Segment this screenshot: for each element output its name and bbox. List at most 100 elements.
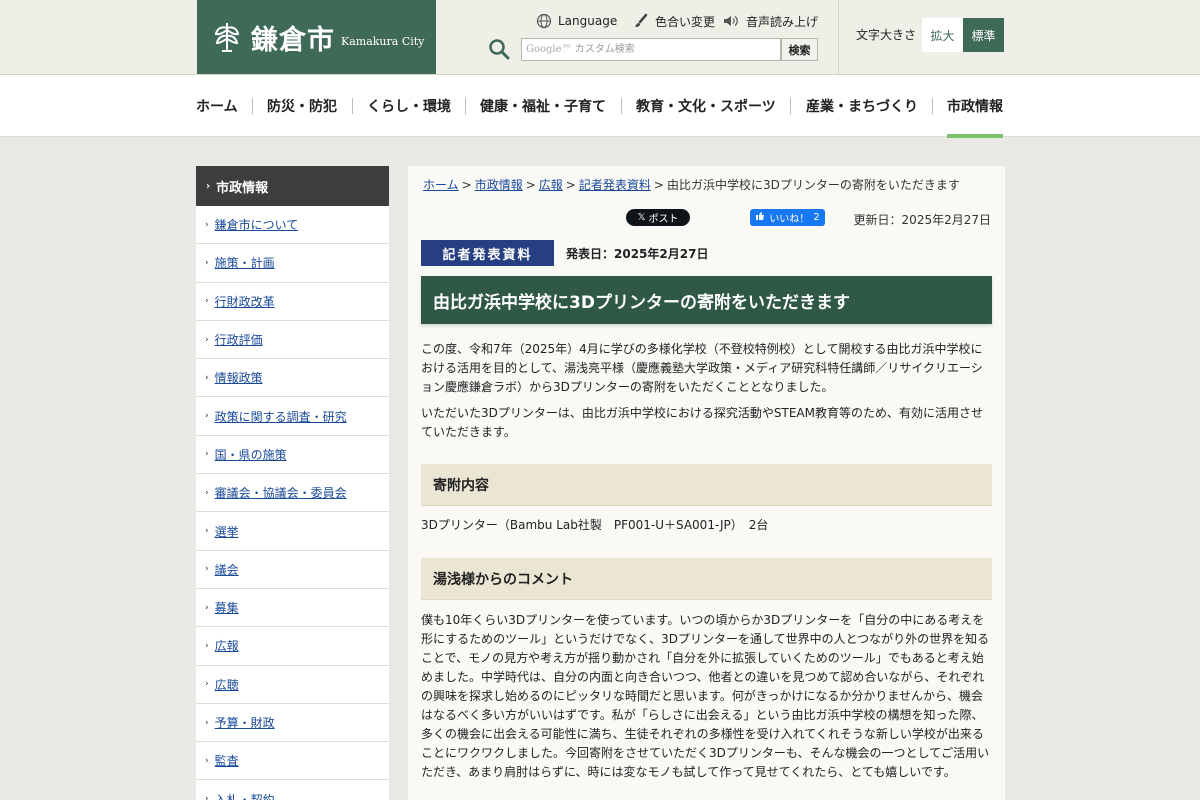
chevron-right-icon: › <box>205 640 209 651</box>
sidebar-item-label: 施策・計画 <box>214 256 275 271</box>
logo-japanese: 鎌倉市 <box>251 24 335 56</box>
chevron-right-icon: › <box>205 564 209 575</box>
sidebar-item[interactable]: › 鎌倉市について <box>196 206 389 245</box>
breadcrumb-link[interactable]: 記者発表資料 <box>579 178 651 192</box>
font-standard-button[interactable]: 標準 <box>963 18 1004 52</box>
breadcrumb-link[interactable]: ホーム <box>423 178 459 192</box>
updated-date: 更新日：2025年2月27日 <box>853 213 991 227</box>
sidebar-item[interactable]: › 広報 <box>196 627 389 666</box>
breadcrumb-separator: > <box>461 178 472 192</box>
sidebar-item[interactable]: › 議会 <box>196 550 389 589</box>
sidebar-item[interactable]: › 広聴 <box>196 665 389 704</box>
sidebar-item-label: 行政評価 <box>214 333 263 348</box>
page-title: 由比ガ浜中学校に3Dプリンターの寄附をいただきます <box>421 276 992 324</box>
chevron-right-icon: › <box>205 219 209 230</box>
site-logo[interactable]: 鎌倉市 Kamakura City <box>197 0 436 74</box>
font-large-button[interactable]: 拡大 <box>922 18 963 52</box>
sidebar-item-label: 審議会・協議会・委員会 <box>214 486 347 501</box>
facebook-like-button[interactable]: いいね！ 2 <box>750 209 825 226</box>
color-change-label: 色合い変更 <box>655 14 716 29</box>
chevron-right-icon: › <box>206 180 211 192</box>
sidebar-item-label: 情報政策 <box>214 371 263 386</box>
breadcrumb-separator: > <box>525 178 536 192</box>
sidebar-item[interactable]: › 政策に関する調査・研究 <box>196 397 389 436</box>
sidebar-item[interactable]: › 施策・計画 <box>196 244 389 283</box>
sidebar-heading-label: 市政情報 <box>216 180 269 196</box>
nav-separator <box>621 98 622 114</box>
breadcrumb-current: 由比ガ浜中学校に3Dプリンターの寄附をいただきます <box>666 178 960 192</box>
announce-date: 発表日：2025年2月27日 <box>566 247 709 261</box>
breadcrumb: ホーム > 市政情報 > 広報 > 記者発表資料 > 由比ガ浜中学校に3Dプリンターの寄附をいた… <box>423 176 960 193</box>
sidebar-item-label: 選挙 <box>214 524 239 539</box>
nav-education[interactable]: 教育・文化・スポーツ <box>636 75 776 137</box>
facebook-like-label: いいね！ <box>769 214 810 225</box>
breadcrumb-separator: > <box>565 178 576 192</box>
comment-text: 僕も10年くらい3Dプリンターを使っています。いつの頃からか3Dプリンターを「自… <box>421 613 990 779</box>
global-nav: ホーム 防災・防犯 くらし・環境 健康・福祉・子育て 教育・文化・スポーツ 産業… <box>0 75 1200 138</box>
x-logo-icon: 𝕏 <box>637 212 646 223</box>
nav-industry[interactable]: 産業・まちづくり <box>806 75 918 137</box>
nav-disaster[interactable]: 防災・防犯 <box>267 75 337 137</box>
language-label: Language <box>558 14 618 28</box>
nav-municipal[interactable]: 市政情報 <box>947 75 1003 137</box>
sidebar-item-label: 広報 <box>214 639 239 654</box>
chevron-right-icon: › <box>205 296 209 307</box>
city-emblem-icon <box>209 19 245 55</box>
nav-home[interactable]: ホーム <box>196 75 238 137</box>
sidebar-item-label: 募集 <box>214 601 239 616</box>
sidebar-item-label: 政策に関する調査・研究 <box>214 409 347 424</box>
sidebar-item[interactable]: › 入札・契約 <box>196 780 389 800</box>
nav-health[interactable]: 健康・福祉・子育て <box>480 75 606 137</box>
search-placeholder: カスタム検索 <box>574 44 635 55</box>
chevron-right-icon: › <box>205 411 209 422</box>
donation-details: 3Dプリンター（Bambu Lab社製 PF001-U＋SA001-JP） 2台 <box>421 518 769 532</box>
header-bar: 鎌倉市 Kamakura City Language 色合い変更 音声読み上げ <box>0 0 1200 75</box>
sidebar-item[interactable]: › 選挙 <box>196 512 389 551</box>
chevron-right-icon: › <box>205 334 209 345</box>
body-paragraph: いただいた3Dプリンターは、由比ガ浜中学校における探究活動やSTEAM教育等のた… <box>421 406 983 439</box>
language-link[interactable]: Language <box>536 12 617 30</box>
sidebar-item-label: 行財政改革 <box>214 294 275 309</box>
body-paragraph: この度、令和7年（2025年）4月に学びの多様化学校（不登校特例校）として開校す… <box>421 342 983 394</box>
google-mark: Google™ <box>526 44 572 55</box>
chevron-right-icon: › <box>205 526 209 537</box>
nav-active-indicator <box>947 134 1003 138</box>
chevron-right-icon: › <box>205 602 209 613</box>
x-post-button[interactable]: 𝕏 ポスト <box>626 209 690 226</box>
speaker-icon <box>724 16 738 26</box>
divider <box>838 0 839 74</box>
chevron-right-icon: › <box>205 717 209 728</box>
search-icon[interactable] <box>487 37 511 65</box>
sidebar-item-label: 入札・契約 <box>214 792 275 800</box>
facebook-like-count: 2 <box>813 212 820 223</box>
sidebar-item[interactable]: › 予算・財政 <box>196 703 389 743</box>
color-change-link[interactable]: 色合い変更 <box>633 12 715 30</box>
voice-read-label: 音声読み上げ <box>746 14 819 29</box>
search-input[interactable]: Google™ カスタム検索 <box>521 38 781 61</box>
chevron-right-icon: › <box>205 449 209 460</box>
nav-living[interactable]: くらし・環境 <box>367 75 451 137</box>
sidebar-item[interactable]: › 監査 <box>196 742 389 781</box>
sidebar-item[interactable]: › 行政評価 <box>196 320 389 360</box>
font-size-label: 文字大きさ <box>856 28 917 42</box>
sidebar-item[interactable]: › 国・県の施策 <box>196 435 389 475</box>
chevron-right-icon: › <box>205 755 209 766</box>
voice-read-link[interactable]: 音声読み上げ <box>722 12 818 30</box>
breadcrumb-separator: > <box>653 178 664 192</box>
x-post-label: ポスト <box>648 214 679 225</box>
sidebar-item[interactable]: › 募集 <box>196 588 389 628</box>
chevron-right-icon: › <box>205 257 209 268</box>
chevron-right-icon: › <box>205 372 209 383</box>
breadcrumb-link[interactable]: 広報 <box>539 178 563 192</box>
press-release-badge: 記者発表資料 <box>421 240 554 266</box>
sidebar-item[interactable]: › 審議会・協議会・委員会 <box>196 474 389 513</box>
breadcrumb-link[interactable]: 市政情報 <box>475 178 523 192</box>
sidebar-item[interactable]: › 行財政改革 <box>196 282 389 321</box>
nav-separator <box>465 98 466 114</box>
sidebar-item[interactable]: › 情報政策 <box>196 359 389 398</box>
sidebar-heading[interactable]: › 市政情報 <box>196 166 389 206</box>
sidebar-item-label: 鎌倉市について <box>214 218 299 233</box>
search-button[interactable]: 検索 <box>781 38 818 61</box>
nav-separator <box>352 98 353 114</box>
logo-english: Kamakura City <box>341 34 425 48</box>
